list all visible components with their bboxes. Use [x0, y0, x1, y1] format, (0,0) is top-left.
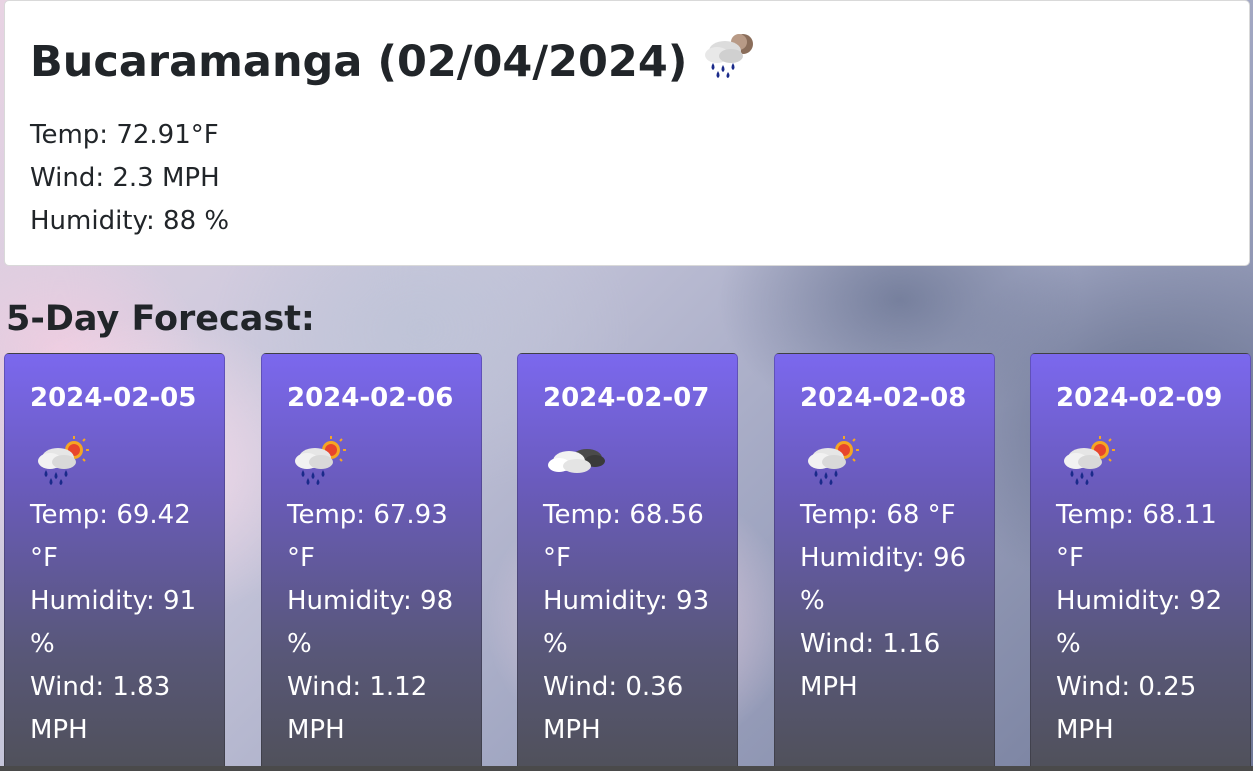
forecast-card: 2024-02-08 Temp: 68 °F Humidity: 96 % Wi… — [774, 353, 995, 771]
forecast-wind-unit: MPH — [1056, 715, 1114, 745]
forecast-card: 2024-02-09 Temp: 68.11 °F Humidity: 92 %… — [1030, 353, 1251, 771]
forecast-wind-unit: MPH — [543, 715, 601, 745]
forecast-humidity-unit: % — [543, 629, 568, 659]
forecast-temp: Temp: 67.93 — [287, 500, 448, 530]
current-humidity: Humidity: 88 % — [30, 206, 230, 236]
forecast-card: 2024-02-05 Temp: 69.42 °F Humidity: 91 %… — [4, 353, 225, 771]
current-weather-card: Bucaramanga (02/04/2024) Temp: 72.91°F W… — [4, 0, 1250, 266]
forecast-wind-unit: MPH — [287, 715, 345, 745]
forecast-humidity: Humidity: 91 — [30, 586, 197, 616]
current-temp: Temp: 72.91°F — [30, 120, 219, 150]
forecast-date: 2024-02-09 — [1056, 383, 1223, 413]
forecast-temp: Temp: 68 °F — [800, 500, 956, 530]
forecast-wind: Wind: 1.16 — [800, 629, 941, 659]
city-date-heading: Bucaramanga (02/04/2024) — [30, 36, 688, 87]
forecast-wind: Wind: 0.25 — [1056, 672, 1197, 702]
rain-cloud-sun-icon — [800, 428, 864, 492]
forecast-date: 2024-02-06 — [287, 383, 454, 413]
forecast-cards: 2024-02-05 Temp: 69.42 °F Humidity: 91 %… — [4, 353, 1252, 771]
forecast-humidity: Humidity: 98 — [287, 586, 454, 616]
overcast-clouds-icon — [543, 428, 607, 492]
forecast-wind-unit: MPH — [800, 672, 858, 702]
current-weather-stats: Temp: 72.91°F Wind: 2.3 MPH Humidity: 88… — [30, 114, 1224, 243]
forecast-date: 2024-02-08 — [800, 383, 967, 413]
forecast-temp: Temp: 68.56 — [543, 500, 704, 530]
window-bottom-edge — [0, 766, 1253, 771]
forecast-humidity: Humidity: 93 — [543, 586, 710, 616]
forecast-humidity-unit: % — [800, 586, 825, 616]
forecast-temp-unit: °F — [543, 543, 571, 573]
forecast-temp: Temp: 68.11 — [1056, 500, 1217, 530]
forecast-wind: Wind: 1.12 — [287, 672, 428, 702]
forecast-temp: Temp: 69.42 — [30, 500, 191, 530]
forecast-card: 2024-02-06 Temp: 67.93 °F Humidity: 98 %… — [261, 353, 482, 771]
rain-cloud-sun-icon — [30, 428, 94, 492]
rain-cloud-sun-icon — [1056, 428, 1120, 492]
forecast-date: 2024-02-05 — [30, 383, 197, 413]
forecast-humidity-unit: % — [1056, 629, 1081, 659]
forecast-humidity-unit: % — [30, 629, 55, 659]
forecast-heading: 5-Day Forecast: — [6, 299, 315, 339]
current-weather-title: Bucaramanga (02/04/2024) — [30, 29, 1224, 94]
forecast-temp-unit: °F — [1056, 543, 1084, 573]
forecast-date: 2024-02-07 — [543, 383, 710, 413]
forecast-wind: Wind: 0.36 — [543, 672, 684, 702]
forecast-wind-unit: MPH — [30, 715, 88, 745]
rain-cloud-sun-icon — [287, 428, 351, 492]
forecast-humidity-unit: % — [287, 629, 312, 659]
forecast-temp-unit: °F — [287, 543, 315, 573]
forecast-humidity: Humidity: 92 — [1056, 586, 1223, 616]
forecast-card: 2024-02-07 Temp: 68.56 °F Humidity: 93 %… — [517, 353, 738, 771]
forecast-wind: Wind: 1.83 — [30, 672, 171, 702]
rain-cloud-night-icon — [699, 29, 759, 94]
forecast-temp-unit: °F — [30, 543, 58, 573]
current-wind: Wind: 2.3 MPH — [30, 163, 220, 193]
forecast-humidity: Humidity: 96 — [800, 543, 967, 573]
